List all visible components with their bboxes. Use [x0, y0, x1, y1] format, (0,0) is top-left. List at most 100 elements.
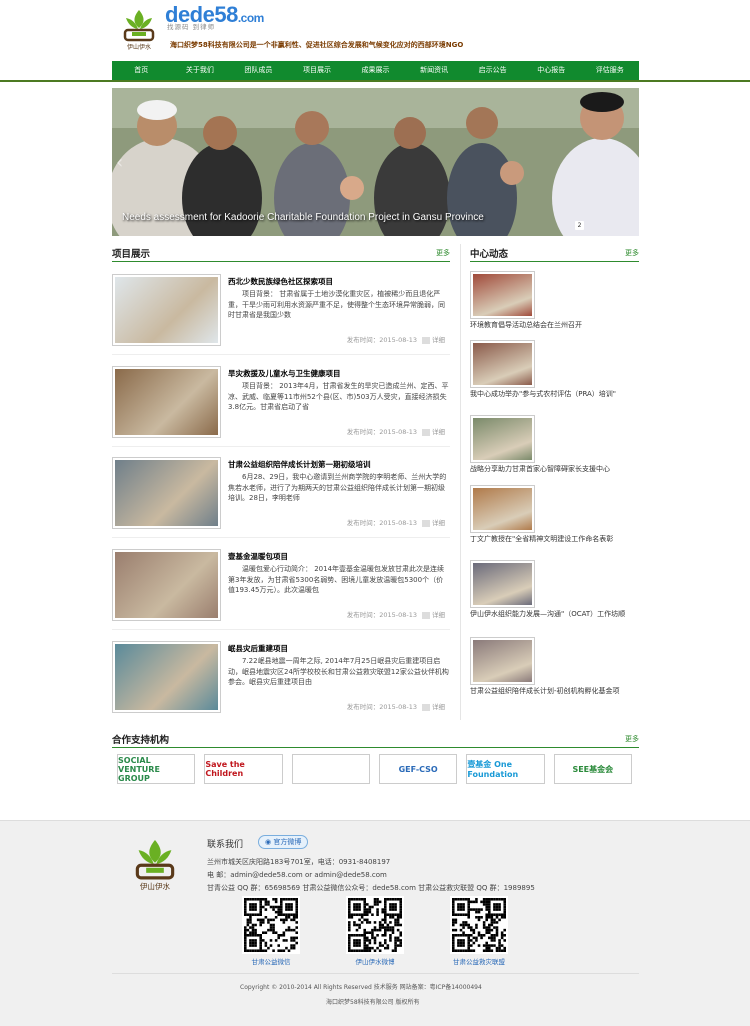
news-more-link[interactable]: 更多 [625, 248, 639, 258]
project-meta: 发布时间：2015-08-13 详细 [347, 701, 445, 711]
nav-reports[interactable]: 中心报告 [522, 61, 581, 80]
banner-slider[interactable]: ‹ Needs assessment for Kadoorie Charitab… [112, 88, 639, 236]
contact-email[interactable]: 电 邮：admin@dede58.com or admin@dede58.com [207, 870, 387, 880]
project-summary: 项目背景： 甘肃省属于土地沙漠化重灾区，植被稀少而且退化严重，干旱少雨可利用水资… [228, 290, 445, 319]
project-item[interactable]: 甘肃公益组织陪伴成长计划第一期初级培训 6月28、29日，我中心邀请到兰州商学院的… [112, 455, 450, 535]
news-item[interactable]: 伊山伊水组织能力发展—沟通"（OCAT）工作坊顺 [470, 560, 640, 619]
project-date: 2015-08-13 [379, 611, 417, 619]
project-title[interactable]: 西北少数民族绿色社区探索项目 [228, 276, 333, 287]
nav-projects[interactable]: 项目展示 [288, 61, 347, 80]
partner-logo[interactable]: Save the Children [204, 754, 283, 784]
detail-icon [422, 519, 430, 527]
news-item[interactable]: 战略分享助力甘肃首家心智障碍家长支援中心 [470, 415, 640, 474]
project-meta: 发布时间：2015-08-13 详细 [347, 517, 445, 527]
project-item[interactable]: 旱灾救援及儿童水与卫生健康项目 项目背景： 2013年4月，甘肃省发生的旱灾已造成… [112, 364, 450, 444]
project-thumbnail[interactable] [112, 274, 221, 346]
project-item[interactable]: 岷县灾后重建项目 7.22岷县地震一周年之际, 2014年7月25日岷县灾后重建项… [112, 639, 450, 719]
project-meta: 发布时间：2015-08-13 详细 [347, 426, 445, 436]
news-item[interactable]: 我中心成功举办"参与式农村评估（PRA）培训" [470, 340, 640, 399]
project-item[interactable]: 西北少数民族绿色社区探索项目项目背景： 甘肃省属于土地沙漠化重灾区，植被稀少而且… [112, 272, 450, 352]
partner-logo[interactable] [291, 754, 370, 784]
partner-logo[interactable]: SEE基金会 [553, 754, 632, 784]
news-item[interactable]: 丁文广教授在"全省精神文明建设工作命名表彰 [470, 485, 640, 544]
weibo-button[interactable]: ◉ 官方微博 [258, 835, 309, 849]
nav-news[interactable]: 新闻资讯 [405, 61, 464, 80]
banner-slide-indicator[interactable]: 2 [575, 221, 584, 230]
detail-icon [422, 703, 430, 711]
site-header: 伊山伊水 dede58.com 找源码 到律师 海口织梦58科技有限公司是一个非… [112, 0, 639, 60]
detail-link[interactable]: 详细 [432, 519, 445, 527]
detail-link[interactable]: 详细 [432, 336, 445, 344]
news-caption[interactable]: 环境教育倡导活动总结会在兰州召开 [470, 321, 640, 330]
news-photo [473, 640, 532, 682]
news-thumbnail[interactable] [470, 485, 535, 533]
brand-tagline: 找源码 到律师 [167, 23, 216, 31]
nav-notices[interactable]: 启示公告 [463, 61, 522, 80]
project-title[interactable]: 壹基金温暖包项目 [228, 551, 288, 562]
site-footer: 伊山伊水 联系我们 ◉ 官方微博 兰州市城关区庆阳路183号701室，电话：09… [0, 820, 750, 1026]
projects-header: 项目展示 更多 [112, 244, 450, 262]
news-caption[interactable]: 丁文广教授在"全省精神文明建设工作命名表彰 [470, 535, 640, 544]
project-date: 2015-08-13 [379, 519, 417, 527]
project-title[interactable]: 岷县灾后重建项目 [228, 643, 288, 654]
news-caption[interactable]: 伊山伊水组织能力发展—沟通"（OCAT）工作坊顺 [470, 610, 640, 619]
partners-more-link[interactable]: 更多 [625, 734, 639, 744]
project-separator [112, 354, 450, 355]
project-summary: 6月28、29日，我中心邀请到兰州商学院的李明老师、兰州大学的焦若水老师，进行了… [228, 473, 447, 502]
project-date: 2015-08-13 [379, 336, 417, 344]
qr-weibo: 伊山伊水微博 [346, 896, 404, 966]
news-header: 中心动态 更多 [470, 244, 639, 262]
contact-groups: 甘青公益 QQ 群：65698569 甘肃公益微信公众号：dede58.com … [207, 884, 535, 892]
contact-title: 联系我们 [207, 840, 244, 850]
news-caption[interactable]: 甘肃公益组织陪伴成长计划-初创机构孵化基金项 [470, 687, 640, 696]
news-photo [473, 418, 532, 460]
nav-home[interactable]: 首页 [112, 61, 171, 80]
partner-logo[interactable]: GEF-CSO [378, 754, 458, 784]
news-photo [473, 488, 532, 530]
nav-about[interactable]: 关于我们 [171, 61, 230, 80]
qr-caption: 甘肃公益救灾联盟 [453, 958, 505, 966]
nav-team[interactable]: 团队成员 [229, 61, 288, 80]
date-label: 发布时间： [346, 519, 380, 527]
banner-prev-arrow[interactable]: ‹ [116, 152, 123, 173]
detail-link[interactable]: 详细 [432, 611, 445, 619]
project-thumbnail[interactable] [112, 641, 221, 713]
news-item[interactable]: 环境教育倡导活动总结会在兰州召开 [470, 271, 640, 330]
news-title: 中心动态 [470, 249, 509, 260]
news-caption[interactable]: 我中心成功举办"参与式农村评估（PRA）培训" [470, 390, 640, 399]
news-thumbnail[interactable] [470, 340, 535, 388]
news-item[interactable]: 甘肃公益组织陪伴成长计划-初创机构孵化基金项 [470, 637, 640, 696]
project-item[interactable]: 壹基金温暖包项目 温暖包爱心行动简介： 2014年壹基金温暖包发放甘肃此次是连续第… [112, 547, 450, 627]
project-title[interactable]: 甘肃公益组织陪伴成长计划第一期初级培训 [228, 459, 371, 470]
projects-more-link[interactable]: 更多 [436, 248, 450, 258]
project-photo [115, 277, 218, 343]
project-thumbnail[interactable] [112, 457, 221, 529]
news-thumbnail[interactable] [470, 637, 535, 685]
news-thumbnail[interactable] [470, 415, 535, 463]
nav-results[interactable]: 成果展示 [346, 61, 405, 80]
column-divider [460, 244, 461, 720]
news-thumbnail[interactable] [470, 271, 535, 319]
projects-title: 项目展示 [112, 249, 151, 260]
project-summary: 7.22岷县地震一周年之际, 2014年7月25日岷县灾后重建项目启动，岷县地震… [228, 657, 449, 686]
footer-logo-text: 伊山伊水 [140, 881, 171, 891]
company-name: 海口织梦58科技有限公司 版权所有 [326, 999, 420, 1006]
nav-assessment[interactable]: 评估服务 [581, 61, 640, 80]
partner-logo[interactable]: 壹基金 One Foundation [466, 754, 545, 784]
project-photo [115, 460, 218, 526]
date-label: 发布时间： [346, 611, 380, 619]
project-title[interactable]: 旱灾救援及儿童水与卫生健康项目 [228, 368, 341, 379]
news-thumbnail[interactable] [470, 560, 535, 608]
project-thumbnail[interactable] [112, 366, 221, 438]
detail-icon [422, 428, 430, 436]
news-photo [473, 563, 532, 605]
site-logo[interactable]: 伊山伊水 [120, 6, 158, 52]
partner-logo[interactable]: SOCIAL VENTURE GROUP [117, 754, 196, 784]
qr-caption: 伊山伊水微博 [355, 958, 395, 966]
news-caption[interactable]: 战略分享助力甘肃首家心智障碍家长支援中心 [470, 465, 640, 474]
project-thumbnail[interactable] [112, 549, 221, 621]
detail-link[interactable]: 详细 [432, 428, 445, 436]
site-slogan: 海口织梦58科技有限公司是一个非赢利性、促进社区综合发展和气候变化应对的西部环境… [170, 41, 464, 49]
detail-link[interactable]: 详细 [432, 703, 445, 711]
project-photo [115, 644, 218, 710]
